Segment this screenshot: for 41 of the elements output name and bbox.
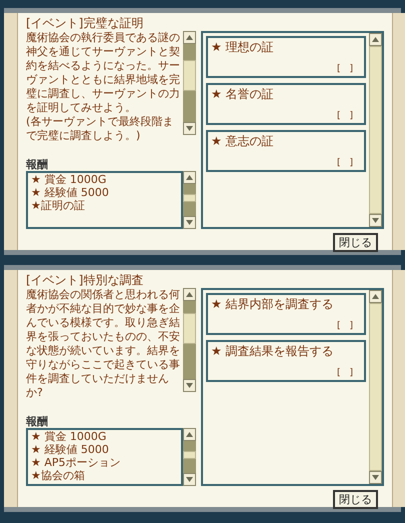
- quest-description: 魔術協会の関係者と思われる何者かが不純な目的で妙な事を企んでいる模様です。取り急ぎ結界を張っておいたものの、不安な状態が続いています。結界を守りながらここで起きている事件を調査していただけませんか?: [26, 288, 181, 400]
- down-arrow-icon: [186, 383, 193, 388]
- up-arrow-icon: [372, 294, 379, 299]
- down-arrow-icon: [372, 475, 379, 480]
- quest-title: [イベント]特別な調査: [26, 272, 144, 288]
- scrollbar[interactable]: [183, 171, 196, 229]
- down-arrow-icon: [186, 126, 193, 131]
- objective-label: ★ 結界内部を調査する: [211, 296, 334, 312]
- objective-label: ★ 意志の証: [211, 133, 274, 149]
- reward-item: ★証明の証: [31, 199, 86, 212]
- down-arrow-icon: [186, 477, 193, 482]
- reward-item: ★ 賞金 1000G: [31, 173, 108, 186]
- scrollbar-thumb[interactable]: [183, 450, 196, 459]
- quest-description: (各サーヴァントで最終段階まで完璧に調査しよう。): [26, 115, 174, 143]
- down-arrow-icon: [372, 218, 379, 223]
- scrollbar[interactable]: [183, 288, 196, 392]
- reward-item: ★ AP5ポーション: [31, 456, 122, 469]
- up-arrow-icon: [186, 175, 193, 180]
- down-arrow-icon: [186, 220, 193, 225]
- close-button[interactable]: 閉じる: [333, 233, 378, 252]
- scrollbar[interactable]: [183, 428, 196, 486]
- reward-item: ★ 経験値 5000: [31, 186, 110, 199]
- scrollbar[interactable]: [183, 31, 196, 135]
- reward-item: ★ 経験値 5000: [31, 443, 110, 456]
- close-button[interactable]: 閉じる: [333, 490, 378, 509]
- scrollbar-thumb[interactable]: [183, 194, 196, 202]
- objective-label: ★ 調査結果を報告する: [211, 343, 334, 359]
- rewards-label: 報酬: [26, 415, 48, 428]
- up-arrow-icon: [186, 432, 193, 437]
- quest-description: 魔術協会の執行委員である謎の神父を通じてサーヴァントと契約を結べるようになった。サーヴァントとともに結界地域を完璧に調査し、サーヴァントの力を証明してみせよう。: [26, 31, 181, 115]
- objective-label: ★ 理想の証: [211, 39, 274, 55]
- reward-item: ★協会の箱: [31, 469, 86, 482]
- rewards-label: 報酬: [26, 158, 48, 171]
- up-arrow-icon: [186, 292, 193, 297]
- objective-label: ★ 名誉の証: [211, 86, 274, 102]
- up-arrow-icon: [186, 35, 193, 40]
- scrollbar-thumb[interactable]: [183, 60, 196, 91]
- quest-title: [イベント]完璧な証明: [26, 15, 144, 31]
- scrollbar-thumb[interactable]: [183, 312, 196, 344]
- reward-item: ★ 賞金 1000G: [31, 430, 108, 443]
- up-arrow-icon: [372, 37, 379, 42]
